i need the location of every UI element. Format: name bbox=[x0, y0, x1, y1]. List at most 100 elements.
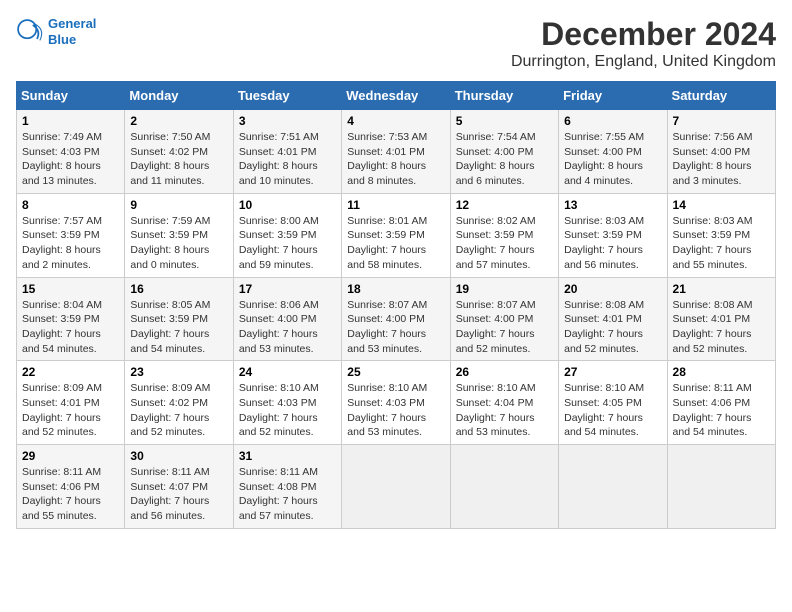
day-sunrise: Sunrise: 8:10 AM bbox=[239, 382, 319, 394]
calendar-cell: 27 Sunrise: 8:10 AM Sunset: 4:05 PM Dayl… bbox=[559, 361, 667, 445]
day-sunset: Sunset: 3:59 PM bbox=[22, 313, 100, 325]
day-sunset: Sunset: 4:04 PM bbox=[456, 397, 534, 409]
calendar-cell: 28 Sunrise: 8:11 AM Sunset: 4:06 PM Dayl… bbox=[667, 361, 775, 445]
day-sunrise: Sunrise: 7:56 AM bbox=[673, 131, 753, 143]
day-daylight: Daylight: 7 hours and 52 minutes. bbox=[130, 412, 209, 439]
day-sunrise: Sunrise: 8:03 AM bbox=[564, 215, 644, 227]
day-sunrise: Sunrise: 7:54 AM bbox=[456, 131, 536, 143]
day-number: 30 bbox=[130, 449, 227, 463]
weekday-header-thursday: Thursday bbox=[450, 82, 558, 110]
day-sunset: Sunset: 4:08 PM bbox=[239, 481, 317, 493]
day-sunrise: Sunrise: 8:10 AM bbox=[456, 382, 536, 394]
day-sunset: Sunset: 4:01 PM bbox=[347, 146, 425, 158]
day-daylight: Daylight: 7 hours and 59 minutes. bbox=[239, 244, 318, 271]
day-sunset: Sunset: 3:59 PM bbox=[564, 229, 642, 241]
calendar-cell: 24 Sunrise: 8:10 AM Sunset: 4:03 PM Dayl… bbox=[233, 361, 341, 445]
day-number: 25 bbox=[347, 365, 444, 379]
day-daylight: Daylight: 7 hours and 54 minutes. bbox=[564, 412, 643, 439]
calendar-table: SundayMondayTuesdayWednesdayThursdayFrid… bbox=[16, 81, 776, 529]
logo-line2: Blue bbox=[48, 32, 76, 47]
logo: General Blue bbox=[16, 16, 96, 47]
day-sunset: Sunset: 4:01 PM bbox=[673, 313, 751, 325]
day-sunset: Sunset: 4:01 PM bbox=[239, 146, 317, 158]
day-number: 7 bbox=[673, 114, 770, 128]
day-sunrise: Sunrise: 8:08 AM bbox=[673, 299, 753, 311]
day-number: 6 bbox=[564, 114, 661, 128]
day-daylight: Daylight: 7 hours and 53 minutes. bbox=[347, 328, 426, 355]
day-daylight: Daylight: 7 hours and 52 minutes. bbox=[673, 328, 752, 355]
day-sunset: Sunset: 4:06 PM bbox=[673, 397, 751, 409]
day-sunset: Sunset: 4:03 PM bbox=[347, 397, 425, 409]
day-number: 22 bbox=[22, 365, 119, 379]
calendar-cell: 25 Sunrise: 8:10 AM Sunset: 4:03 PM Dayl… bbox=[342, 361, 450, 445]
day-number: 10 bbox=[239, 198, 336, 212]
day-daylight: Daylight: 7 hours and 52 minutes. bbox=[22, 412, 101, 439]
day-daylight: Daylight: 8 hours and 11 minutes. bbox=[130, 160, 209, 187]
day-sunrise: Sunrise: 8:02 AM bbox=[456, 215, 536, 227]
day-daylight: Daylight: 7 hours and 52 minutes. bbox=[564, 328, 643, 355]
day-sunrise: Sunrise: 8:09 AM bbox=[130, 382, 210, 394]
calendar-cell: 18 Sunrise: 8:07 AM Sunset: 4:00 PM Dayl… bbox=[342, 277, 450, 361]
calendar-cell bbox=[559, 445, 667, 529]
calendar-cell: 4 Sunrise: 7:53 AM Sunset: 4:01 PM Dayli… bbox=[342, 110, 450, 194]
day-number: 4 bbox=[347, 114, 444, 128]
day-sunrise: Sunrise: 8:11 AM bbox=[22, 466, 101, 478]
day-sunrise: Sunrise: 8:08 AM bbox=[564, 299, 644, 311]
day-sunrise: Sunrise: 8:06 AM bbox=[239, 299, 319, 311]
calendar-cell bbox=[342, 445, 450, 529]
day-daylight: Daylight: 7 hours and 56 minutes. bbox=[564, 244, 643, 271]
day-daylight: Daylight: 7 hours and 54 minutes. bbox=[673, 412, 752, 439]
day-sunrise: Sunrise: 7:55 AM bbox=[564, 131, 644, 143]
day-sunset: Sunset: 3:59 PM bbox=[130, 229, 208, 241]
calendar-cell: 9 Sunrise: 7:59 AM Sunset: 3:59 PM Dayli… bbox=[125, 193, 233, 277]
day-number: 29 bbox=[22, 449, 119, 463]
day-number: 19 bbox=[456, 282, 553, 296]
day-number: 11 bbox=[347, 198, 444, 212]
header: General Blue December 2024 Durrington, E… bbox=[16, 16, 776, 71]
day-sunset: Sunset: 4:00 PM bbox=[673, 146, 751, 158]
day-number: 24 bbox=[239, 365, 336, 379]
weekday-header-tuesday: Tuesday bbox=[233, 82, 341, 110]
day-daylight: Daylight: 8 hours and 6 minutes. bbox=[456, 160, 535, 187]
day-number: 27 bbox=[564, 365, 661, 379]
day-daylight: Daylight: 8 hours and 0 minutes. bbox=[130, 244, 209, 271]
day-sunrise: Sunrise: 8:10 AM bbox=[347, 382, 427, 394]
logo-line1: General bbox=[48, 16, 96, 31]
day-daylight: Daylight: 7 hours and 57 minutes. bbox=[456, 244, 535, 271]
calendar-cell bbox=[450, 445, 558, 529]
day-sunset: Sunset: 4:00 PM bbox=[347, 313, 425, 325]
calendar-cell: 3 Sunrise: 7:51 AM Sunset: 4:01 PM Dayli… bbox=[233, 110, 341, 194]
day-sunrise: Sunrise: 7:59 AM bbox=[130, 215, 210, 227]
calendar-cell: 14 Sunrise: 8:03 AM Sunset: 3:59 PM Dayl… bbox=[667, 193, 775, 277]
day-sunset: Sunset: 4:00 PM bbox=[456, 146, 534, 158]
day-sunrise: Sunrise: 7:50 AM bbox=[130, 131, 210, 143]
day-sunrise: Sunrise: 7:57 AM bbox=[22, 215, 102, 227]
calendar-cell: 16 Sunrise: 8:05 AM Sunset: 3:59 PM Dayl… bbox=[125, 277, 233, 361]
title-area: December 2024 Durrington, England, Unite… bbox=[511, 16, 776, 71]
day-number: 1 bbox=[22, 114, 119, 128]
day-number: 8 bbox=[22, 198, 119, 212]
day-sunset: Sunset: 4:00 PM bbox=[564, 146, 642, 158]
day-daylight: Daylight: 7 hours and 55 minutes. bbox=[22, 495, 101, 522]
calendar-cell: 26 Sunrise: 8:10 AM Sunset: 4:04 PM Dayl… bbox=[450, 361, 558, 445]
calendar-cell: 17 Sunrise: 8:06 AM Sunset: 4:00 PM Dayl… bbox=[233, 277, 341, 361]
day-sunset: Sunset: 3:59 PM bbox=[347, 229, 425, 241]
day-sunset: Sunset: 4:00 PM bbox=[239, 313, 317, 325]
day-sunset: Sunset: 4:02 PM bbox=[130, 146, 208, 158]
day-sunrise: Sunrise: 8:05 AM bbox=[130, 299, 210, 311]
day-sunrise: Sunrise: 7:53 AM bbox=[347, 131, 427, 143]
day-daylight: Daylight: 7 hours and 53 minutes. bbox=[347, 412, 426, 439]
day-number: 26 bbox=[456, 365, 553, 379]
weekday-header-friday: Friday bbox=[559, 82, 667, 110]
calendar-cell: 5 Sunrise: 7:54 AM Sunset: 4:00 PM Dayli… bbox=[450, 110, 558, 194]
weekday-header-saturday: Saturday bbox=[667, 82, 775, 110]
calendar-cell: 10 Sunrise: 8:00 AM Sunset: 3:59 PM Dayl… bbox=[233, 193, 341, 277]
day-sunset: Sunset: 4:02 PM bbox=[130, 397, 208, 409]
weekday-header-monday: Monday bbox=[125, 82, 233, 110]
day-daylight: Daylight: 8 hours and 2 minutes. bbox=[22, 244, 101, 271]
day-sunrise: Sunrise: 8:04 AM bbox=[22, 299, 102, 311]
calendar-cell: 22 Sunrise: 8:09 AM Sunset: 4:01 PM Dayl… bbox=[17, 361, 125, 445]
day-sunset: Sunset: 3:59 PM bbox=[673, 229, 751, 241]
day-number: 23 bbox=[130, 365, 227, 379]
day-sunset: Sunset: 4:07 PM bbox=[130, 481, 208, 493]
